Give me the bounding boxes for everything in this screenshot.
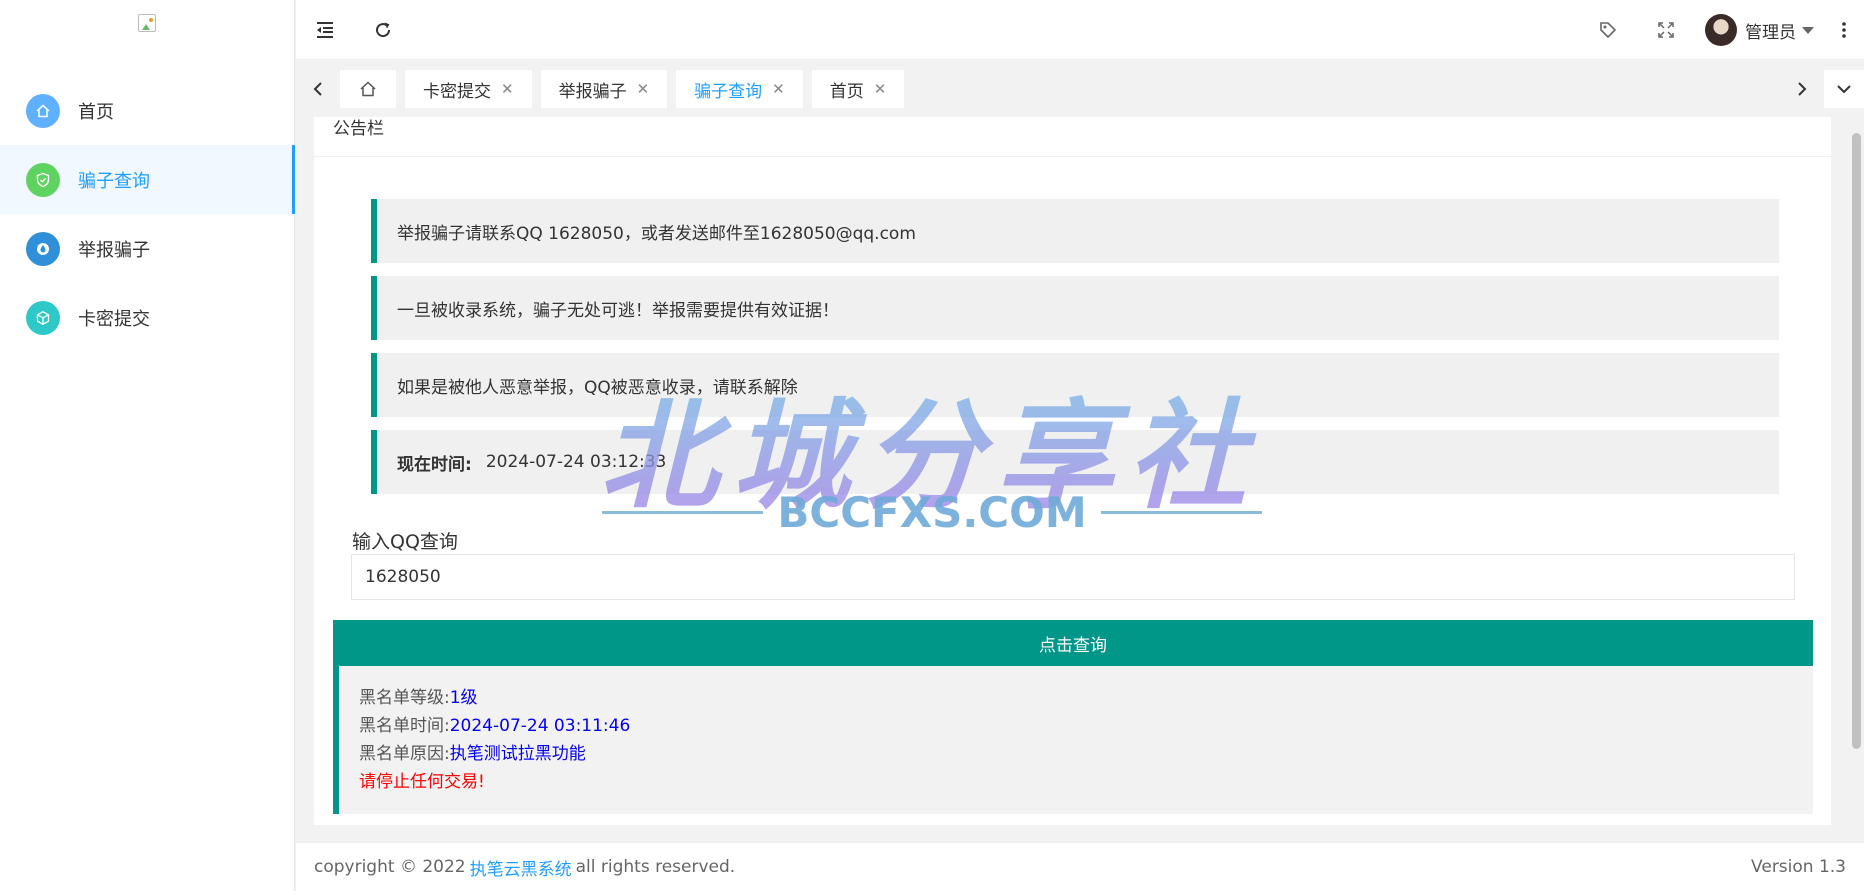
- fullscreen-icon: [1658, 22, 1674, 38]
- sidebar-item-card-submit[interactable]: 卡密提交: [0, 283, 295, 352]
- tab-report-scammer[interactable]: 举报骗子 ✕: [540, 70, 668, 108]
- close-icon[interactable]: ✕: [637, 80, 650, 98]
- indent-icon: [317, 21, 333, 38]
- chevron-down-icon: [1837, 85, 1851, 94]
- more-vertical-icon: [1842, 22, 1846, 38]
- sidebar-item-home[interactable]: 首页: [0, 76, 295, 145]
- card-title: 公告栏: [314, 117, 1831, 157]
- collapse-menu-button[interactable]: [296, 0, 354, 60]
- result-level-key: 黑名单等级:: [359, 688, 450, 708]
- version-label: Version 1.3: [1751, 857, 1846, 877]
- sidebar-item-label: 举报骗子: [78, 239, 150, 261]
- tab-scroll-right-button[interactable]: [1780, 70, 1824, 108]
- result-time-key: 黑名单时间:: [359, 716, 450, 736]
- current-time-notice: 现在时间: 2024-07-24 03:12:33: [371, 430, 1779, 494]
- tag-icon: [1600, 22, 1617, 39]
- chevron-left-icon: [313, 82, 322, 96]
- home-icon: [360, 81, 376, 97]
- tabs-right: [1780, 70, 1864, 108]
- close-icon[interactable]: ✕: [772, 80, 785, 98]
- sidebar-item-label: 首页: [78, 101, 114, 123]
- sidebar-nav: 首页 骗子查询 举报骗子 卡密提交: [0, 76, 295, 352]
- top-header: 管理员: [296, 0, 1864, 60]
- result-time-value: 2024-07-24 03:11:46: [449, 716, 631, 736]
- notice-item: 举报骗子请联系QQ 1628050，或者发送邮件至1628050@qq.com: [371, 199, 1779, 263]
- copyright-prefix: copyright © 2022: [314, 857, 466, 877]
- close-icon[interactable]: ✕: [501, 80, 514, 98]
- query-result: 黑名单等级:1级 黑名单时间:2024-07-24 03:11:46 黑名单原因…: [333, 666, 1813, 814]
- drop-icon: [26, 231, 60, 266]
- sidebar: 首页 骗子查询 举报骗子 卡密提交: [0, 0, 295, 891]
- fullscreen-button[interactable]: [1637, 0, 1695, 60]
- result-warning: 请停止任何交易!: [359, 772, 485, 792]
- sidebar-item-scammer-query[interactable]: 骗子查询: [0, 145, 295, 214]
- refresh-icon: [376, 22, 391, 37]
- notice-item: 如果是被他人恶意举报，QQ被恶意收录，请联系解除: [371, 353, 1779, 417]
- result-reason-key: 黑名单原因:: [359, 744, 450, 764]
- tab-scammer-query[interactable]: 骗子查询 ✕: [676, 70, 803, 108]
- footer: copyright © 2022 执笔云黑系统 all rights reser…: [296, 842, 1864, 891]
- copyright-suffix: all rights reserved.: [575, 857, 736, 877]
- page-scrollbar[interactable]: [1847, 117, 1864, 825]
- tag-button[interactable]: [1579, 0, 1637, 60]
- more-button[interactable]: [1824, 0, 1864, 60]
- tab-home-icon-button[interactable]: [340, 70, 396, 108]
- shield-icon: [26, 162, 60, 197]
- header-right: 管理员: [1579, 0, 1864, 60]
- user-name: 管理员: [1745, 22, 1796, 43]
- user-menu[interactable]: 管理员: [1695, 14, 1824, 46]
- current-time-label: 现在时间:: [397, 454, 472, 475]
- caret-down-icon: [1802, 26, 1814, 34]
- tab-bar: 卡密提交 ✕ 举报骗子 ✕ 骗子查询 ✕ 首页 ✕: [296, 61, 1864, 117]
- qq-query-input[interactable]: [351, 554, 1795, 600]
- result-level-value: 1级: [449, 688, 478, 708]
- sidebar-item-report-scammer[interactable]: 举报骗子: [0, 214, 295, 283]
- close-icon[interactable]: ✕: [874, 80, 887, 98]
- notice-item: 一旦被收录系统，骗子无处可逃！举报需要提供有效证据！: [371, 276, 1779, 340]
- result-reason-row: 黑名单原因:执笔测试拉黑功能: [359, 740, 1813, 768]
- home-icon: [26, 93, 60, 128]
- tab-label: 举报骗子: [558, 81, 627, 102]
- box-icon: [26, 300, 60, 335]
- main-card: 公告栏 举报骗子请联系QQ 1628050，或者发送邮件至1628050@qq.…: [314, 117, 1831, 825]
- result-level-row: 黑名单等级:1级: [359, 684, 1813, 712]
- result-reason-value: 执笔测试拉黑功能: [449, 744, 586, 764]
- avatar: [1705, 14, 1737, 46]
- brand-link[interactable]: 执笔云黑系统: [470, 855, 572, 880]
- refresh-button[interactable]: [354, 0, 412, 60]
- tab-card-submit[interactable]: 卡密提交 ✕: [405, 70, 532, 108]
- tab-label: 首页: [829, 81, 864, 102]
- notice-list: 举报骗子请联系QQ 1628050，或者发送邮件至1628050@qq.com …: [371, 199, 1779, 507]
- query-button[interactable]: 点击查询: [333, 620, 1813, 666]
- tab-home[interactable]: 首页 ✕: [811, 70, 905, 108]
- tab-scroll-left-button[interactable]: [296, 69, 340, 109]
- tab-label: 卡密提交: [423, 81, 491, 102]
- query-label: 输入QQ查询: [352, 531, 458, 553]
- tab-dropdown-button[interactable]: [1824, 70, 1864, 108]
- logo-broken-image-icon: [138, 14, 158, 34]
- result-time-row: 黑名单时间:2024-07-24 03:11:46: [359, 712, 1813, 740]
- chevron-right-icon: [1798, 82, 1807, 96]
- tab-label: 骗子查询: [694, 81, 763, 102]
- sidebar-item-label: 骗子查询: [78, 170, 150, 192]
- scrollbar-thumb[interactable]: [1852, 133, 1861, 749]
- sidebar-item-label: 卡密提交: [78, 308, 150, 330]
- current-time-value: 2024-07-24 03:12:33: [485, 452, 667, 472]
